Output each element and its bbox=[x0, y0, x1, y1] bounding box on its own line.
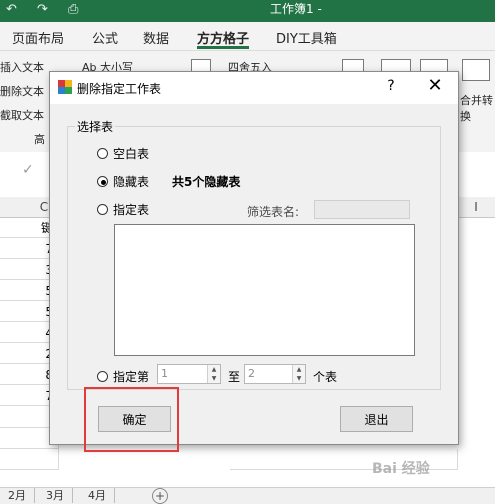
range-unit-label: 个表 bbox=[313, 370, 338, 384]
delete-text-button[interactable]: 删除文本 bbox=[0, 83, 44, 99]
tab-fangfang-gezi[interactable]: 方方格子 bbox=[197, 28, 249, 47]
close-button[interactable]: ✕ bbox=[423, 75, 447, 96]
column-header-i[interactable]: I bbox=[457, 197, 495, 218]
insert-text-button[interactable]: 插入文本 bbox=[0, 59, 44, 75]
check-icon[interactable]: ✓ bbox=[22, 162, 34, 178]
sheet-tab-bar: 2月 3月 4月 + bbox=[0, 487, 495, 504]
dialog-title-bar: 删除指定工作表 ? ✕ bbox=[50, 72, 458, 104]
stepper-buttons: ▲ ▼ bbox=[292, 365, 305, 383]
sheet-tab-mar[interactable]: 3月 bbox=[38, 488, 73, 503]
group-label: 选择表 bbox=[75, 118, 116, 135]
window-title: 工作簿1 - bbox=[270, 2, 322, 16]
help-button[interactable]: ? bbox=[383, 78, 399, 94]
chevron-up-icon[interactable]: ▲ bbox=[293, 365, 305, 374]
radio-specified[interactable] bbox=[97, 204, 108, 215]
active-tab-indicator bbox=[197, 46, 249, 49]
sheet-listbox[interactable] bbox=[114, 224, 415, 356]
extract-text-button[interactable]: 截取文本 bbox=[0, 107, 44, 123]
grid-icon[interactable] bbox=[462, 59, 490, 81]
tab-formulas[interactable]: 公式 bbox=[92, 28, 118, 47]
radio-hidden[interactable] bbox=[97, 176, 108, 187]
column-header-b[interactable] bbox=[0, 197, 31, 218]
chevron-up-icon[interactable]: ▲ bbox=[208, 365, 220, 374]
stepper-buttons: ▲ ▼ bbox=[207, 365, 220, 383]
watermark-logo: Bai 经验 bbox=[372, 461, 430, 477]
label-blank[interactable]: 空白表 bbox=[113, 145, 149, 162]
range-from-value: 1 bbox=[161, 367, 168, 380]
range-to-stepper[interactable]: 2 ▲ ▼ bbox=[244, 364, 306, 384]
range-from-stepper[interactable]: 1 ▲ ▼ bbox=[157, 364, 221, 384]
sheet-tab-apr[interactable]: 4月 bbox=[80, 488, 115, 503]
dialog-title: 删除指定工作表 bbox=[77, 82, 162, 96]
app-icon bbox=[58, 80, 72, 94]
label-hidden[interactable]: 隐藏表 bbox=[113, 173, 149, 190]
excel-title-bar: ↶ ↷ ⎙ 工作簿1 - bbox=[0, 0, 495, 22]
chevron-down-icon[interactable]: ▼ bbox=[293, 374, 305, 383]
label-range[interactable]: 指定第 bbox=[113, 368, 149, 385]
label-specified[interactable]: 指定表 bbox=[113, 201, 149, 218]
empty-cell[interactable] bbox=[0, 449, 59, 470]
merge-convert-button[interactable]: 合并转换 bbox=[460, 93, 495, 125]
radio-range[interactable] bbox=[97, 371, 108, 382]
sheet-tab-feb[interactable]: 2月 bbox=[0, 488, 35, 503]
exit-button[interactable]: 退出 bbox=[340, 406, 413, 432]
filter-label: 筛选表名: bbox=[247, 205, 300, 219]
quick-access-icons[interactable]: ↶ ↷ ⎙ bbox=[6, 2, 86, 17]
radio-blank[interactable] bbox=[97, 148, 108, 159]
add-sheet-icon[interactable]: + bbox=[152, 488, 168, 504]
tab-diy-toolbox[interactable]: DIY工具箱 bbox=[276, 28, 337, 47]
highlight-box bbox=[84, 387, 179, 452]
tab-data[interactable]: 数据 bbox=[143, 28, 169, 47]
tab-page-layout[interactable]: 页面布局 bbox=[12, 28, 64, 47]
ribbon-group-label: 高 bbox=[34, 133, 45, 146]
range-to-label: 至 bbox=[228, 370, 241, 384]
chevron-down-icon[interactable]: ▼ bbox=[208, 374, 220, 383]
range-to-value: 2 bbox=[248, 367, 255, 380]
filter-input[interactable] bbox=[314, 200, 410, 219]
hidden-count-note: 共5个隐藏表 bbox=[172, 175, 241, 189]
column-i-cells[interactable] bbox=[457, 218, 495, 487]
ribbon-tab-bar: 页面布局 公式 数据 方方格子 DIY工具箱 bbox=[0, 22, 495, 51]
